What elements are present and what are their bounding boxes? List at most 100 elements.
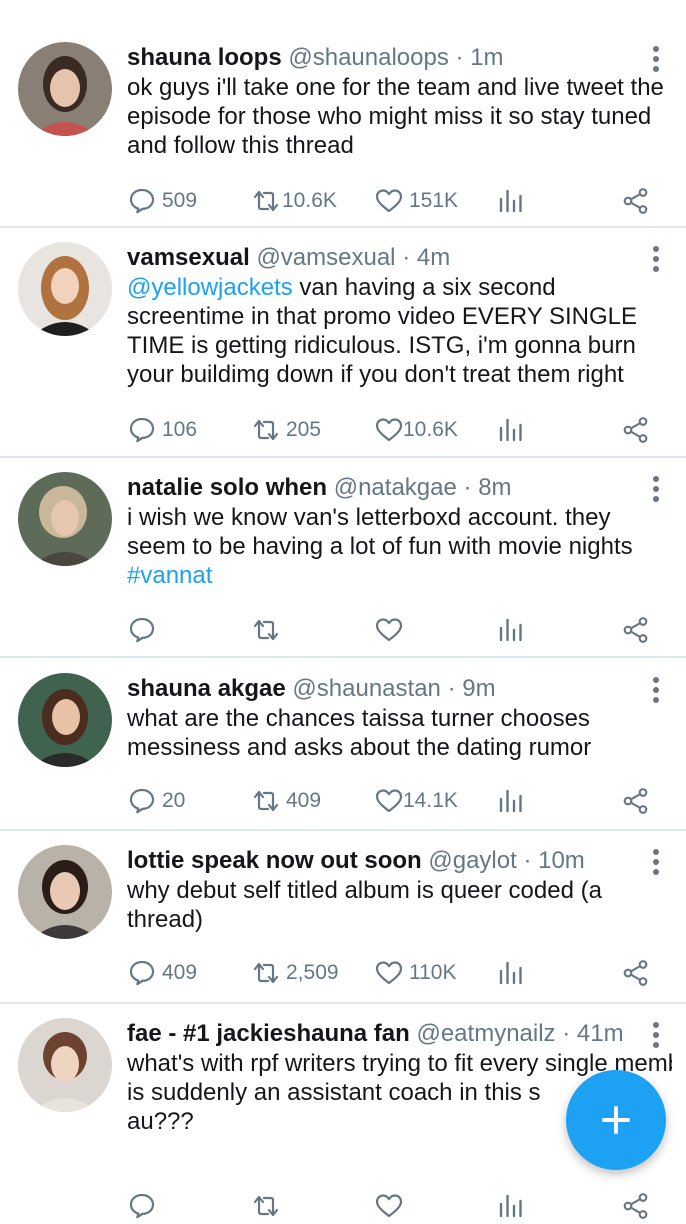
tweet-header: vamsexual @vamsexual · 4m xyxy=(127,244,636,272)
display-name[interactable]: natalie solo when xyxy=(127,474,327,501)
retweet-count: 409 xyxy=(286,789,322,812)
retweet-count: 10.6K xyxy=(282,189,337,212)
analytics-icon xyxy=(499,789,522,813)
tweet-text-line: what's with rpf writers trying to fit ev… xyxy=(127,1050,672,1077)
tweet-header: lottie speak now out soon @gaylot · 10m xyxy=(127,847,636,875)
tweet-actions xyxy=(0,612,686,648)
retweet-icon xyxy=(253,419,279,441)
display-name[interactable]: shauna loops xyxy=(127,44,282,71)
user-handle[interactable]: @shaunaloops xyxy=(288,44,448,71)
like-button[interactable] xyxy=(375,1188,403,1224)
analytics-icon xyxy=(499,418,522,442)
tweet-text-part: what are the chances taissa turner choos… xyxy=(127,705,592,761)
user-handle[interactable]: @shaunastan xyxy=(292,675,440,702)
tweet-actions: 20 409 14.1K xyxy=(0,783,686,819)
like-count: 151K xyxy=(409,189,459,212)
reply-icon xyxy=(129,188,155,214)
reply-button[interactable] xyxy=(128,1188,156,1224)
compose-tweet-button[interactable] xyxy=(566,1070,666,1170)
tweet-text: @yellowjackets van having a six second s… xyxy=(127,273,672,389)
user-handle[interactable]: @eatmynailz xyxy=(416,1020,555,1047)
like-button[interactable] xyxy=(375,612,409,648)
share-button[interactable] xyxy=(622,1188,650,1224)
display-name[interactable]: vamsexual xyxy=(127,244,250,271)
share-button[interactable] xyxy=(622,955,650,991)
retweet-button[interactable]: 10.6K xyxy=(250,183,337,219)
avatar[interactable] xyxy=(18,42,112,136)
display-name[interactable]: shauna akgae xyxy=(127,675,286,702)
retweet-icon xyxy=(253,190,279,212)
like-button[interactable]: 14.1K xyxy=(375,783,458,819)
share-icon xyxy=(623,417,648,443)
retweet-button[interactable]: 2,509 xyxy=(250,955,339,991)
share-icon xyxy=(623,617,648,643)
timestamp[interactable]: 10m xyxy=(538,847,585,874)
avatar[interactable] xyxy=(18,472,112,566)
user-handle[interactable]: @natakgae xyxy=(334,474,457,501)
like-count: 14.1K xyxy=(403,789,458,812)
analytics-button[interactable] xyxy=(498,955,524,991)
avatar-image xyxy=(18,1018,112,1112)
like-count: 110K xyxy=(409,961,457,984)
retweet-icon xyxy=(253,1195,279,1217)
avatar[interactable] xyxy=(18,845,112,939)
timestamp[interactable]: 8m xyxy=(478,474,511,501)
user-handle[interactable]: @gaylot xyxy=(428,847,516,874)
divider xyxy=(0,656,686,658)
reply-icon xyxy=(129,788,155,814)
heart-icon xyxy=(375,418,403,442)
reply-count: 20 xyxy=(162,789,186,812)
timestamp[interactable]: 4m xyxy=(417,244,450,271)
analytics-button[interactable] xyxy=(498,183,524,219)
mention-link[interactable]: @yellowjackets xyxy=(127,274,293,301)
heart-icon xyxy=(375,618,403,642)
reply-button[interactable]: 409 xyxy=(128,955,197,991)
share-button[interactable] xyxy=(622,783,650,819)
like-button[interactable]: 151K xyxy=(375,183,458,219)
reply-button[interactable] xyxy=(128,612,162,648)
heart-icon xyxy=(375,1194,403,1218)
reply-button[interactable]: 509 xyxy=(128,183,197,219)
share-button[interactable] xyxy=(622,183,650,219)
analytics-button[interactable] xyxy=(498,1188,524,1224)
retweet-button[interactable]: 409 xyxy=(250,783,321,819)
divider xyxy=(0,829,686,831)
share-button[interactable] xyxy=(622,612,650,648)
avatar-image xyxy=(18,472,112,566)
tweet-actions: 409 2,509 110K xyxy=(0,955,686,991)
tweet-header: natalie solo when @natakgae · 8m xyxy=(127,474,636,502)
separator-dot: · xyxy=(455,44,464,71)
share-button[interactable] xyxy=(622,412,650,448)
analytics-button[interactable] xyxy=(498,783,524,819)
retweet-button[interactable] xyxy=(250,612,288,648)
tweet-text-part: ok guys i'll take one for the team and l… xyxy=(127,74,664,159)
tweet-text-part: why debut self titled album is queer cod… xyxy=(127,877,602,933)
like-button[interactable]: 110K xyxy=(375,955,457,991)
analytics-button[interactable] xyxy=(498,412,524,448)
heart-icon xyxy=(375,789,403,813)
tweet-header: shauna akgae @shaunastan · 9m xyxy=(127,675,636,703)
display-name[interactable]: fae - #1 jackieshauna fan xyxy=(127,1020,410,1047)
tweet-text: what are the chances taissa turner choos… xyxy=(127,704,672,762)
retweet-button[interactable]: 205 xyxy=(250,412,321,448)
timestamp[interactable]: 9m xyxy=(462,675,495,702)
hashtag-link[interactable]: #vannat xyxy=(127,562,212,589)
reply-count: 509 xyxy=(162,189,198,212)
retweet-button[interactable] xyxy=(250,1188,282,1224)
analytics-button[interactable] xyxy=(498,612,524,648)
reply-button[interactable]: 106 xyxy=(128,412,197,448)
reply-button[interactable]: 20 xyxy=(128,783,185,819)
analytics-icon xyxy=(499,961,522,985)
avatar[interactable] xyxy=(18,1018,112,1112)
user-handle[interactable]: @vamsexual xyxy=(256,244,395,271)
separator-dot: · xyxy=(463,474,472,501)
reply-icon xyxy=(129,417,155,443)
tweet-actions: 106 205 10.6K xyxy=(0,412,686,448)
timestamp[interactable]: 41m xyxy=(577,1020,624,1047)
timestamp[interactable]: 1m xyxy=(470,44,503,71)
avatar[interactable] xyxy=(18,673,112,767)
display-name[interactable]: lottie speak now out soon xyxy=(127,847,422,874)
avatar[interactable] xyxy=(18,242,112,336)
like-button[interactable]: 10.6K xyxy=(375,412,458,448)
divider xyxy=(0,226,686,228)
